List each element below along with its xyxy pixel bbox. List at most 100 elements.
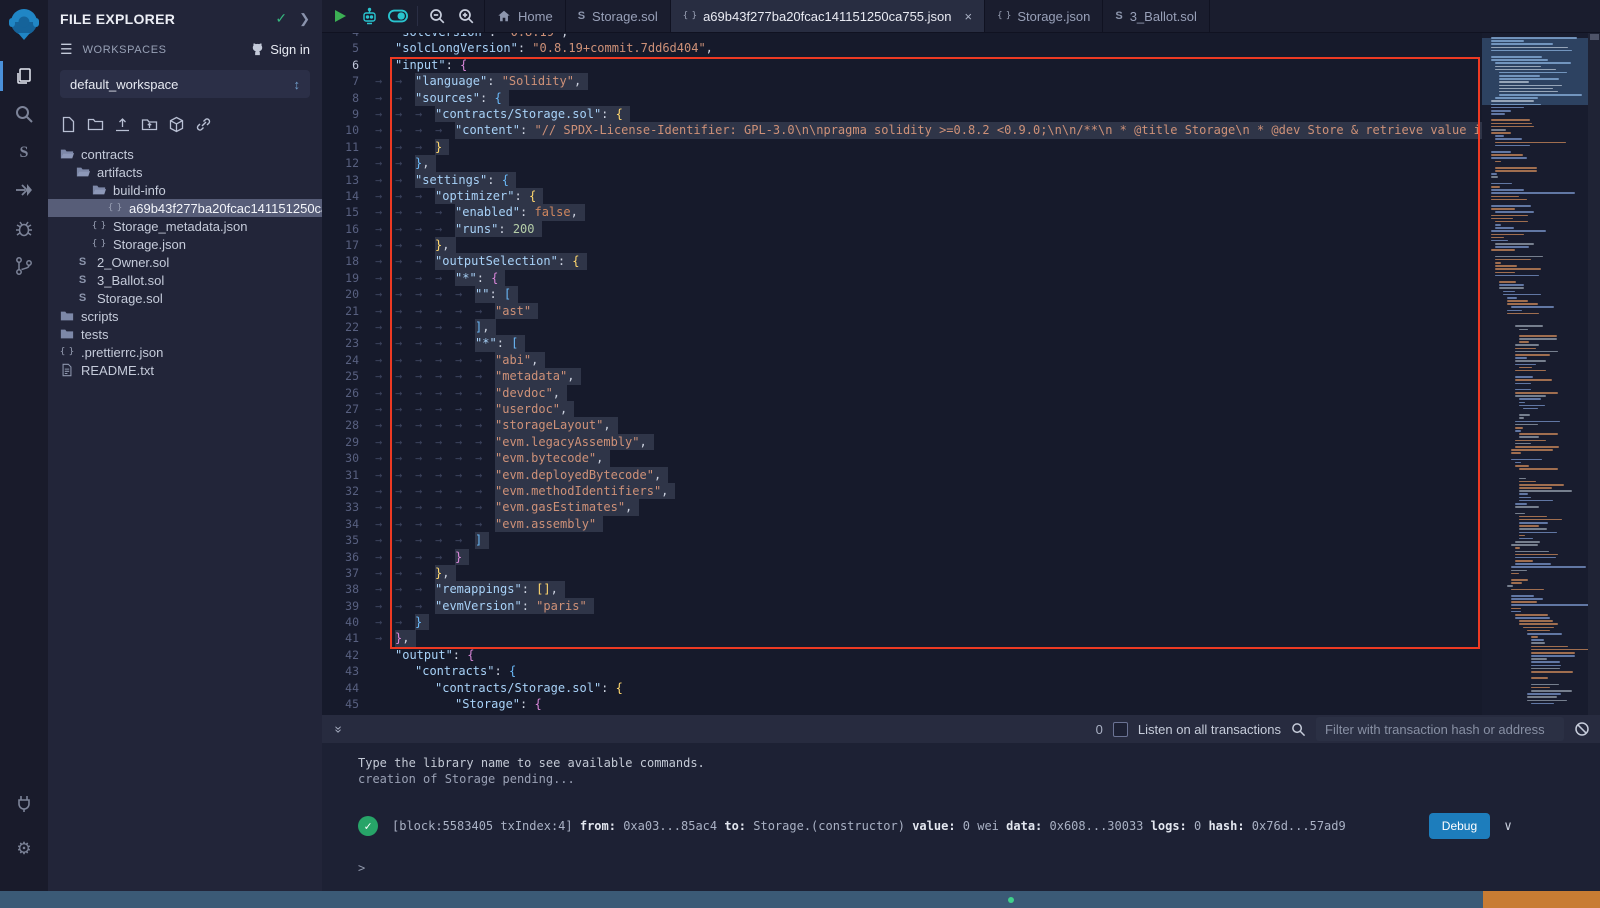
line-number[interactable]: 32 — [322, 483, 375, 499]
file-tree-item[interactable]: contracts — [48, 145, 322, 163]
file-tree-item[interactable]: S3_Ballot.sol — [48, 271, 322, 289]
file-tree-item[interactable]: S2_Owner.sol — [48, 253, 322, 271]
code-line-31[interactable]: 31→→→→→→"evm.deployedBytecode", — [322, 467, 1482, 483]
settings-icon[interactable]: ⚙ — [0, 829, 48, 867]
code-line-12[interactable]: 12→→}, — [322, 155, 1482, 171]
line-number[interactable]: 21 — [322, 303, 375, 319]
line-number[interactable]: 37 — [322, 565, 375, 581]
zoom-in-icon[interactable] — [456, 6, 476, 26]
debug-button[interactable]: Debug — [1429, 813, 1490, 839]
code-line-26[interactable]: 26→→→→→→"devdoc", — [322, 385, 1482, 401]
new-folder-icon[interactable] — [87, 116, 104, 133]
editor-minimap[interactable] — [1482, 33, 1588, 715]
line-number[interactable]: 16 — [322, 221, 375, 237]
line-number[interactable]: 38 — [322, 581, 375, 597]
tab-a69b43f277ba20fcac141151250ca755-json[interactable]: { }a69b43f277ba20fcac141151250ca755.json… — [671, 0, 985, 32]
workspace-ok-icon[interactable]: ✓ — [275, 10, 287, 27]
line-number[interactable]: 29 — [322, 434, 375, 450]
code-line-32[interactable]: 32→→→→→→"evm.methodIdentifiers", — [322, 483, 1482, 499]
line-number[interactable]: 10 — [322, 122, 375, 138]
code-line-37[interactable]: 37→→→}, — [322, 565, 1482, 581]
line-number[interactable]: 13 — [322, 172, 375, 188]
tab-home[interactable]: Home — [485, 0, 566, 32]
plugin-manager-icon[interactable] — [0, 785, 48, 823]
code-line-25[interactable]: 25→→→→→→"metadata", — [322, 368, 1482, 384]
line-number[interactable]: 6 — [322, 57, 375, 73]
terminal-prompt[interactable]: > — [358, 861, 1600, 875]
code-line-20[interactable]: 20→→→→→"": [ — [322, 286, 1482, 302]
code-line-27[interactable]: 27→→→→→→"userdoc", — [322, 401, 1482, 417]
line-number[interactable]: 20 — [322, 286, 375, 302]
code-line-43[interactable]: 43 "contracts": { — [322, 663, 1482, 679]
code-line-6[interactable]: 6 "input": { — [322, 57, 1482, 73]
hamburger-menu-icon[interactable]: ☰ — [60, 41, 73, 58]
assistant-robot-icon[interactable] — [359, 6, 379, 26]
code-line-34[interactable]: 34→→→→→→"evm.assembly" — [322, 516, 1482, 532]
code-line-36[interactable]: 36→→→→} — [322, 549, 1482, 565]
chevron-right-icon[interactable]: ❯ — [299, 11, 310, 27]
file-explorer-icon[interactable] — [0, 57, 48, 95]
line-number[interactable]: 25 — [322, 368, 375, 384]
line-number[interactable]: 35 — [322, 532, 375, 548]
run-script-icon[interactable] — [330, 6, 350, 26]
search-icon[interactable] — [0, 95, 48, 133]
line-number[interactable]: 42 — [322, 647, 375, 663]
code-line-15[interactable]: 15→→→→"enabled": false, — [322, 204, 1482, 220]
listen-all-transactions-checkbox[interactable] — [1113, 722, 1128, 737]
code-line-11[interactable]: 11→→→} — [322, 139, 1482, 155]
line-number[interactable]: 18 — [322, 253, 375, 269]
code-line-45[interactable]: 45 "Storage": { — [322, 696, 1482, 712]
file-tree-item[interactable]: README.txt — [48, 361, 322, 379]
terminal-collapse-icon[interactable]: » — [332, 722, 347, 736]
code-line-16[interactable]: 16→→→→"runs": 200 — [322, 221, 1482, 237]
debugger-icon[interactable] — [0, 209, 48, 247]
code-line-22[interactable]: 22→→→→→], — [322, 319, 1482, 335]
scrollbar-thumb[interactable] — [1590, 34, 1599, 40]
tab-storage-json[interactable]: { }Storage.json — [985, 0, 1103, 32]
code-line-42[interactable]: 42 "output": { — [322, 647, 1482, 663]
line-number[interactable]: 34 — [322, 516, 375, 532]
code-line-30[interactable]: 30→→→→→→"evm.bytecode", — [322, 450, 1482, 466]
line-number[interactable]: 19 — [322, 270, 375, 286]
terminal-search-icon[interactable] — [1291, 722, 1306, 737]
code-line-40[interactable]: 40→→} — [322, 614, 1482, 630]
file-tree-item[interactable]: { }Storage_metadata.json — [48, 217, 322, 235]
line-number[interactable]: 40 — [322, 614, 375, 630]
line-number[interactable]: 12 — [322, 155, 375, 171]
code-line-9[interactable]: 9→→→"contracts/Storage.sol": { — [322, 106, 1482, 122]
tab-close-icon[interactable]: × — [965, 9, 973, 24]
code-line-5[interactable]: 5 "solcLongVersion": "0.8.19+commit.7dd6… — [322, 40, 1482, 56]
transaction-expand-icon[interactable]: ∨ — [1504, 819, 1512, 834]
code-line-7[interactable]: 7→→"language": "Solidity", — [322, 73, 1482, 89]
code-line-17[interactable]: 17→→→}, — [322, 237, 1482, 253]
line-number[interactable]: 45 — [322, 696, 375, 712]
code-line-44[interactable]: 44 "contracts/Storage.sol": { — [322, 680, 1482, 696]
line-number[interactable]: 43 — [322, 663, 375, 679]
tab-storage-sol[interactable]: SStorage.sol — [566, 0, 671, 32]
publish-ipfs-icon[interactable] — [168, 116, 185, 133]
file-tree-item[interactable]: { }Storage.json — [48, 235, 322, 253]
line-number[interactable]: 44 — [322, 680, 375, 696]
code-line-14[interactable]: 14→→→"optimizer": { — [322, 188, 1482, 204]
editor-scrollbar[interactable] — [1588, 33, 1600, 715]
code-line-23[interactable]: 23→→→→→"*": [ — [322, 335, 1482, 351]
code-line-18[interactable]: 18→→→"outputSelection": { — [322, 253, 1482, 269]
remix-logo[interactable] — [5, 5, 43, 43]
solidity-compiler-icon[interactable]: S — [0, 133, 48, 171]
zoom-out-icon[interactable] — [427, 6, 447, 26]
upload-folder-icon[interactable] — [141, 116, 158, 133]
line-number[interactable]: 27 — [322, 401, 375, 417]
code-line-8[interactable]: 8→→"sources": { — [322, 90, 1482, 106]
upload-file-icon[interactable] — [114, 116, 131, 133]
file-tree-item[interactable]: scripts — [48, 307, 322, 325]
deploy-run-icon[interactable] — [0, 171, 48, 209]
sign-in-button[interactable]: Sign in — [250, 42, 310, 57]
code-line-19[interactable]: 19→→→→"*": { — [322, 270, 1482, 286]
line-number[interactable]: 9 — [322, 106, 375, 122]
line-number[interactable]: 5 — [322, 40, 375, 56]
line-number[interactable]: 15 — [322, 204, 375, 220]
code-editor[interactable]: 4 "solcVersion": "0.8.19",5 "solcLongVer… — [322, 33, 1600, 715]
workspace-select[interactable]: default_workspace ↕ — [60, 70, 310, 98]
code-line-10[interactable]: 10→→→→"content": "// SPDX-License-Identi… — [322, 122, 1482, 138]
code-line-13[interactable]: 13→→"settings": { — [322, 172, 1482, 188]
